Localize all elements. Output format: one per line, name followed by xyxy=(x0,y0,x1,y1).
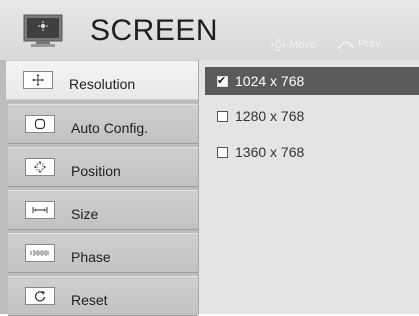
size-icon xyxy=(25,201,55,219)
directional-arrows-icon xyxy=(270,38,286,52)
menu-item-size[interactable]: Size xyxy=(8,190,198,230)
monitor-icon xyxy=(22,14,64,48)
menu-item-label: Size xyxy=(71,206,99,222)
option-label: 1024 x 768 xyxy=(235,73,305,89)
prev-hint: Prev. xyxy=(337,38,383,50)
resolution-icon xyxy=(23,71,53,89)
option-1360x768[interactable]: 1360 x 768 xyxy=(205,138,419,166)
position-icon xyxy=(25,158,55,176)
menu-item-label: Auto Config. xyxy=(71,120,149,136)
checkbox[interactable] xyxy=(217,110,228,122)
auto-config-icon xyxy=(25,115,55,133)
menu-item-label: Reset xyxy=(71,292,108,308)
move-hint: Move xyxy=(270,38,316,52)
menu-item-auto-config[interactable]: Auto Config. xyxy=(8,104,198,144)
checkbox[interactable] xyxy=(217,146,228,158)
menu-item-reset[interactable]: Reset xyxy=(8,276,198,316)
reset-icon xyxy=(25,287,55,305)
screen-menu: Resolution Auto Config. Position Size Ph… xyxy=(0,60,198,316)
menu-item-label: Phase xyxy=(71,249,111,265)
menu-item-phase[interactable]: Phase xyxy=(8,233,198,273)
move-hint-label: Move xyxy=(289,39,316,51)
page-title: SCREEN xyxy=(90,14,219,47)
option-1024x768[interactable]: ✔ 1024 x 768 xyxy=(205,67,419,95)
phase-icon xyxy=(25,244,55,262)
menu-item-position[interactable]: Position xyxy=(8,147,198,187)
resolution-options-panel: ✔ 1024 x 768 1280 x 768 1360 x 768 xyxy=(198,60,419,314)
checkmark-icon: ✔ xyxy=(217,74,227,87)
option-label: 1360 x 768 xyxy=(235,144,305,160)
option-label: 1280 x 768 xyxy=(235,108,305,124)
checkbox[interactable]: ✔ xyxy=(217,74,228,87)
osd-header: SCREEN Move Prev. xyxy=(0,0,419,60)
screen-osd-window: SCREEN Move Prev. Resolution Auto Config… xyxy=(0,0,419,316)
option-1280x768[interactable]: 1280 x 768 xyxy=(205,102,419,130)
prev-hint-label: Prev. xyxy=(358,38,383,50)
back-arrow-icon xyxy=(337,38,355,50)
menu-item-label: Position xyxy=(71,163,121,179)
menu-item-resolution[interactable]: Resolution xyxy=(6,60,198,100)
menu-item-label: Resolution xyxy=(69,76,136,92)
